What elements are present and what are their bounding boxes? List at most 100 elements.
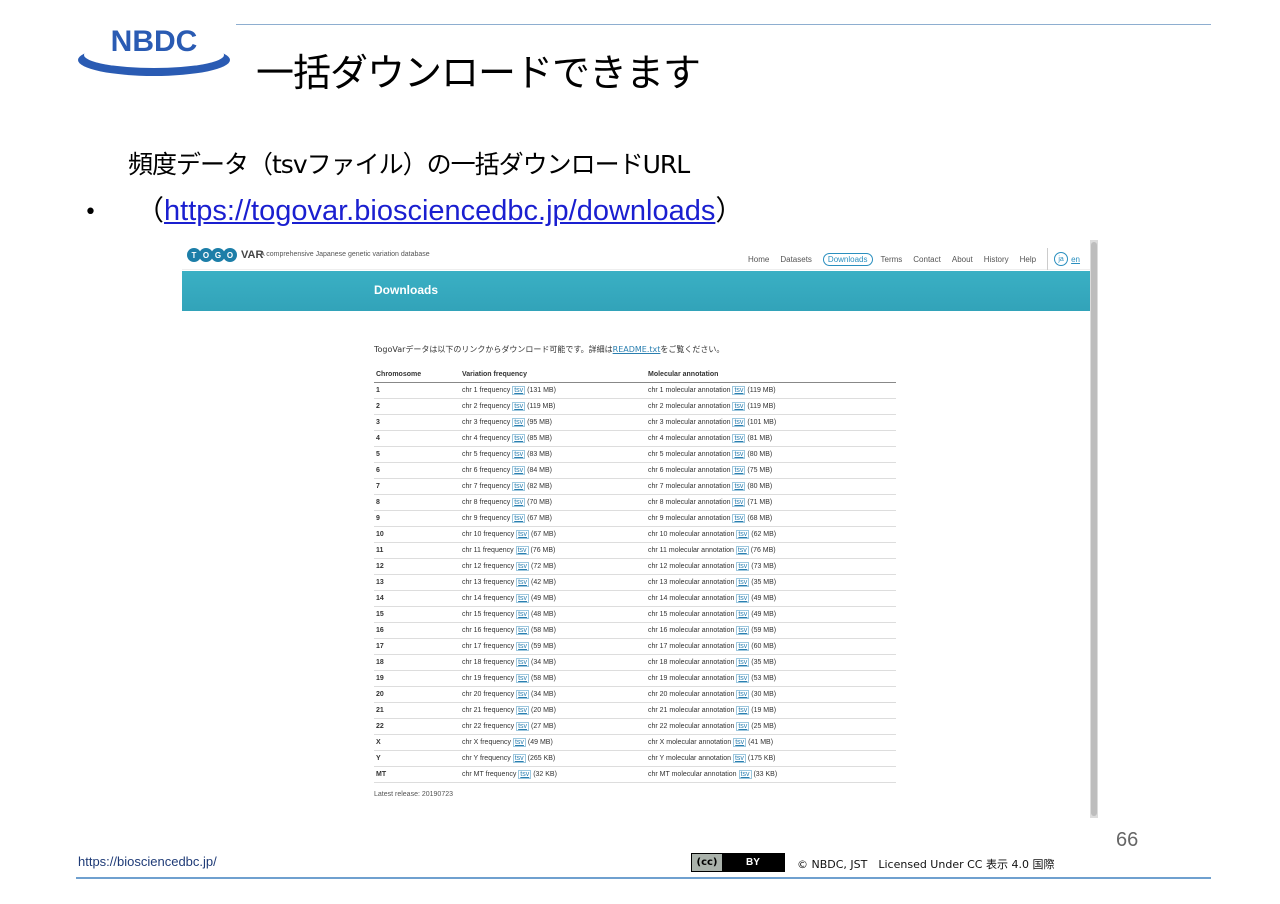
annotation-tsv-link[interactable]: tsv bbox=[735, 545, 749, 555]
annotation-tsv-link[interactable]: tsv bbox=[736, 657, 750, 667]
annotation-tsv-link[interactable]: tsv bbox=[732, 753, 746, 763]
annotation-cell: chr 6 molecular annotation tsv (75 MB) bbox=[646, 462, 896, 479]
frequency-tsv-link[interactable]: tsv bbox=[516, 705, 530, 715]
togovar-logo-letter: O bbox=[223, 248, 237, 262]
frequency-tsv-link[interactable]: tsv bbox=[516, 721, 530, 731]
annotation-label: chr 19 molecular annotation bbox=[648, 674, 735, 682]
chromosome-cell: 20 bbox=[374, 686, 460, 703]
annotation-cell: chr 1 molecular annotation tsv (119 MB) bbox=[646, 382, 896, 399]
frequency-tsv-link[interactable]: tsv bbox=[516, 641, 530, 651]
language-ja-button[interactable]: ja bbox=[1054, 252, 1069, 266]
frequency-tsv-link[interactable]: tsv bbox=[515, 545, 529, 555]
nav-terms[interactable]: Terms bbox=[881, 255, 903, 264]
annotation-tsv-link[interactable]: tsv bbox=[736, 721, 750, 731]
footer-url[interactable]: https://biosciencedbc.jp/ bbox=[78, 854, 217, 869]
frequency-tsv-link[interactable]: tsv bbox=[512, 497, 526, 507]
annotation-label: chr 21 molecular annotation bbox=[648, 706, 735, 714]
scrollbar-thumb[interactable] bbox=[1091, 242, 1097, 816]
table-row: 21 chr 21 frequency tsv (20 MB) chr 21 mol… bbox=[374, 702, 896, 719]
annotation-label: chr 5 molecular annotation bbox=[648, 450, 731, 458]
annotation-tsv-link[interactable]: tsv bbox=[732, 401, 746, 411]
nav-home[interactable]: Home bbox=[748, 255, 769, 264]
annotation-tsv-link[interactable]: tsv bbox=[736, 593, 750, 603]
annotation-tsv-link[interactable]: tsv bbox=[733, 737, 747, 747]
annotation-tsv-link[interactable]: tsv bbox=[732, 465, 746, 475]
frequency-tsv-link[interactable]: tsv bbox=[512, 417, 526, 427]
table-row: 6 chr 6 frequency tsv (84 MB) chr 6 molecu… bbox=[374, 462, 896, 479]
table-row: 16 chr 16 frequency tsv (58 MB) chr 16 mol… bbox=[374, 622, 896, 639]
frequency-size: (131 MB) bbox=[527, 386, 556, 394]
nav-help[interactable]: Help bbox=[1020, 255, 1036, 264]
frequency-tsv-link[interactable]: tsv bbox=[512, 481, 526, 491]
frequency-cell: chr 17 frequency tsv (59 MB) bbox=[460, 638, 646, 655]
annotation-tsv-link[interactable]: tsv bbox=[738, 769, 752, 779]
nav-datasets[interactable]: Datasets bbox=[780, 255, 812, 264]
annotation-tsv-link[interactable]: tsv bbox=[732, 417, 746, 427]
frequency-tsv-link[interactable]: tsv bbox=[516, 689, 530, 699]
frequency-tsv-link[interactable]: tsv bbox=[516, 625, 530, 635]
frequency-tsv-link[interactable]: tsv bbox=[516, 577, 530, 587]
annotation-tsv-link[interactable]: tsv bbox=[732, 513, 746, 523]
language-en-link[interactable]: en bbox=[1071, 255, 1080, 264]
frequency-tsv-link[interactable]: tsv bbox=[518, 769, 532, 779]
nav-about[interactable]: About bbox=[952, 255, 973, 264]
nav-downloads[interactable]: Downloads bbox=[822, 252, 873, 266]
chromosome-cell: 10 bbox=[374, 526, 460, 543]
annotation-tsv-link[interactable]: tsv bbox=[732, 497, 746, 507]
readme-link[interactable]: README.txt bbox=[613, 345, 661, 354]
annotation-tsv-link[interactable]: tsv bbox=[736, 609, 750, 619]
frequency-tsv-link[interactable]: tsv bbox=[516, 657, 530, 667]
togovar-logo[interactable]: TOGO VAR bbox=[187, 246, 263, 264]
downloads-url-link[interactable]: https://togovar.biosciencedbc.jp/downloa… bbox=[164, 195, 715, 227]
frequency-tsv-link[interactable]: tsv bbox=[512, 513, 526, 523]
chromosome-cell: 2 bbox=[374, 398, 460, 415]
frequency-tsv-link[interactable]: tsv bbox=[512, 753, 526, 763]
nav-history[interactable]: History bbox=[984, 255, 1009, 264]
frequency-size: (58 MB) bbox=[531, 674, 556, 682]
frequency-size: (82 MB) bbox=[527, 482, 553, 490]
frequency-tsv-link[interactable]: tsv bbox=[512, 433, 526, 443]
annotation-tsv-link[interactable]: tsv bbox=[736, 641, 750, 651]
annotation-tsv-link[interactable]: tsv bbox=[736, 673, 750, 683]
frequency-tsv-link[interactable]: tsv bbox=[512, 465, 526, 475]
chromosome-cell: 5 bbox=[374, 446, 460, 463]
annotation-tsv-link[interactable]: tsv bbox=[732, 433, 746, 443]
frequency-cell: chr 8 frequency tsv (70 MB) bbox=[460, 494, 646, 511]
annotation-size: (73 MB) bbox=[751, 562, 777, 570]
frequency-tsv-link[interactable]: tsv bbox=[512, 737, 526, 747]
annotation-tsv-link[interactable]: tsv bbox=[732, 449, 746, 459]
frequency-tsv-link[interactable]: tsv bbox=[516, 561, 530, 571]
frequency-cell: chr 3 frequency tsv (95 MB) bbox=[460, 414, 646, 431]
frequency-label: chr 18 frequency bbox=[462, 658, 515, 666]
frequency-tsv-link[interactable]: tsv bbox=[516, 673, 530, 683]
annotation-tsv-link[interactable]: tsv bbox=[736, 577, 750, 587]
table-row: 19 chr 19 frequency tsv (58 MB) chr 19 mol… bbox=[374, 670, 896, 687]
annotation-cell: chr 17 molecular annotation tsv (60 MB) bbox=[646, 638, 896, 655]
annotation-label: chr 7 molecular annotation bbox=[648, 482, 731, 490]
frequency-tsv-link[interactable]: tsv bbox=[516, 609, 530, 619]
chromosome-cell: 6 bbox=[374, 462, 460, 479]
frequency-cell: chr 18 frequency tsv (34 MB) bbox=[460, 654, 646, 671]
frequency-tsv-link[interactable]: tsv bbox=[516, 593, 530, 603]
annotation-tsv-link[interactable]: tsv bbox=[736, 561, 750, 571]
nav-contact[interactable]: Contact bbox=[913, 255, 941, 264]
chromosome-cell: 13 bbox=[374, 574, 460, 591]
frequency-cell: chr 7 frequency tsv (82 MB) bbox=[460, 478, 646, 495]
frequency-tsv-link[interactable]: tsv bbox=[512, 449, 526, 459]
annotation-tsv-link[interactable]: tsv bbox=[732, 481, 746, 491]
cc-icon: (cc) bbox=[692, 854, 722, 871]
header-variation-frequency: Variation frequency bbox=[460, 368, 646, 383]
annotation-cell: chr X molecular annotation tsv (41 MB) bbox=[646, 734, 896, 751]
frequency-size: (119 MB) bbox=[527, 402, 556, 410]
annotation-tsv-link[interactable]: tsv bbox=[736, 705, 750, 715]
annotation-size: (35 MB) bbox=[751, 658, 777, 666]
scrollbar[interactable] bbox=[1090, 240, 1098, 818]
annotation-tsv-link[interactable]: tsv bbox=[736, 689, 750, 699]
frequency-tsv-link[interactable]: tsv bbox=[512, 385, 526, 395]
frequency-tsv-link[interactable]: tsv bbox=[516, 529, 530, 539]
annotation-tsv-link[interactable]: tsv bbox=[736, 625, 750, 635]
frequency-tsv-link[interactable]: tsv bbox=[512, 401, 526, 411]
annotation-tsv-link[interactable]: tsv bbox=[736, 529, 750, 539]
annotation-tsv-link[interactable]: tsv bbox=[732, 385, 746, 395]
togovar-nav: Home Datasets Downloads Terms Contact About Hi… bbox=[748, 248, 1080, 270]
